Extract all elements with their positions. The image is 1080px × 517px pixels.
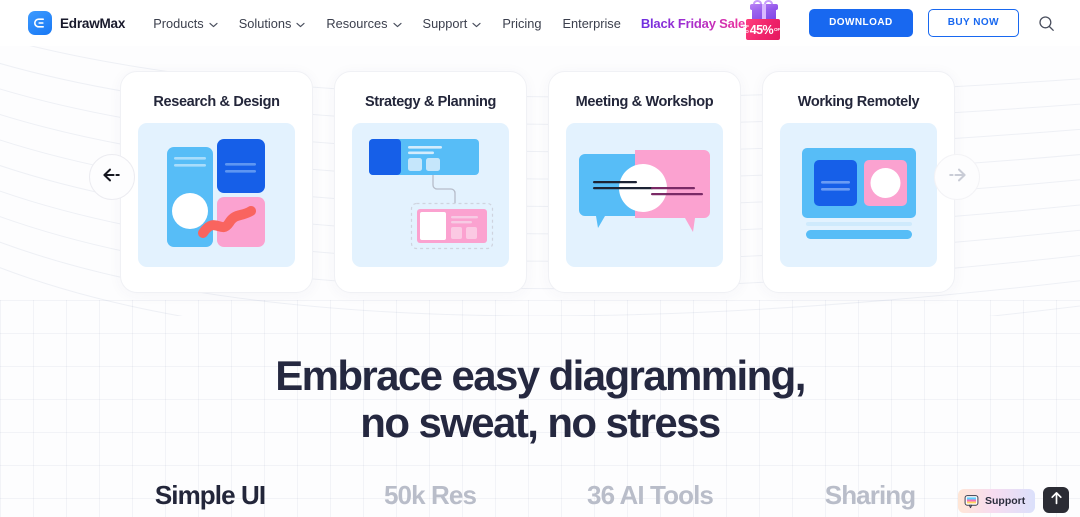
feature-tab-50k-res[interactable]: 50k Res <box>320 480 540 511</box>
card-title: Research & Design <box>153 94 280 110</box>
hero-line-2: no sweat, no stress <box>360 399 721 446</box>
badge-off: OFF <box>773 27 784 32</box>
arrow-right-icon <box>947 168 967 187</box>
card-title: Strategy & Planning <box>364 94 497 110</box>
nav-label: Enterprise <box>562 15 621 31</box>
carousel-next-button[interactable] <box>934 154 980 200</box>
arrow-up-icon <box>1050 491 1063 510</box>
feature-tab-simple-ui[interactable]: Simple UI <box>100 480 320 511</box>
feature-tab-sharing[interactable]: Sharing <box>760 480 980 511</box>
chevron-down-icon <box>296 16 305 31</box>
chevron-down-icon <box>392 16 402 31</box>
nav-label: Products <box>153 15 204 31</box>
hero-section: Embrace easy diagramming, no sweat, no s… <box>0 352 1080 446</box>
gift-box-icon: UP TO 45% OFF <box>743 0 784 44</box>
nav-item-solutions[interactable]: Solutions <box>239 16 306 31</box>
carousel-card-working-remotely[interactable]: Working Remotely <box>762 71 955 293</box>
hero-line-1: Embrace easy diagramming, <box>275 352 806 399</box>
chevron-down-icon <box>472 16 481 31</box>
nav-item-resources[interactable]: Resources <box>326 15 402 31</box>
brand-name: EdrawMax <box>60 15 126 31</box>
card-title: Meeting & Workshop <box>575 94 714 110</box>
site-header: EdrawMax Products Solutions Resources Su… <box>0 0 1080 46</box>
feature-tabs: Simple UI 50k Res 36 AI Tools Sharing <box>0 480 1080 511</box>
carousel-prev-button[interactable] <box>89 154 135 200</box>
category-carousel: Research & Design Strategy & Planning Me… <box>0 46 1080 316</box>
main-nav: Products Solutions Resources Support Pri… <box>153 16 621 31</box>
promo-label: Black Friday Sale <box>640 15 746 31</box>
carousel-card-meeting-workshop[interactable]: Meeting & Workshop <box>548 71 741 293</box>
badge-percent: 45% <box>749 22 774 37</box>
working-remotely-illustration <box>780 123 937 267</box>
edrawmax-logo-icon <box>28 11 52 35</box>
nav-item-pricing[interactable]: Pricing <box>502 16 541 31</box>
card-title: Working Remotely <box>797 94 920 110</box>
nav-label: Support <box>422 15 468 31</box>
support-label: Support <box>985 495 1026 507</box>
search-icon[interactable] <box>1034 11 1058 35</box>
page-root: EdrawMax Products Solutions Resources Su… <box>0 0 1080 517</box>
carousel-cards: Research & Design Strategy & Planning Me… <box>120 71 955 293</box>
nav-item-products[interactable]: Products <box>153 16 218 31</box>
nav-label: Solutions <box>238 15 292 31</box>
meeting-workshop-illustration <box>566 123 723 267</box>
nav-label: Resources <box>326 15 388 31</box>
support-chat-icon <box>964 494 979 509</box>
discount-badge: UP TO 45% OFF <box>743 19 784 40</box>
support-widget[interactable]: Support <box>958 489 1036 513</box>
black-friday-promo[interactable]: Black Friday Sale UP TO 45% OFF <box>640 0 784 44</box>
strategy-planning-illustration <box>352 123 509 267</box>
carousel-card-strategy-planning[interactable]: Strategy & Planning <box>334 71 527 293</box>
nav-item-enterprise[interactable]: Enterprise <box>562 16 620 31</box>
nav-label: Pricing <box>502 15 542 31</box>
brand-logo[interactable]: EdrawMax <box>28 11 125 35</box>
scroll-to-top-button[interactable] <box>1043 487 1069 513</box>
nav-item-support[interactable]: Support <box>423 16 482 31</box>
chevron-down-icon <box>209 16 218 31</box>
carousel-card-research-design[interactable]: Research & Design <box>120 71 313 293</box>
header-actions: DOWNLOAD BUY NOW <box>809 9 1058 37</box>
badge-upto: UP TO <box>743 23 749 34</box>
research-design-illustration <box>138 123 295 267</box>
arrow-left-icon <box>102 168 122 187</box>
page-title: Embrace easy diagramming, no sweat, no s… <box>0 352 1080 446</box>
feature-tab-36-ai-tools[interactable]: 36 AI Tools <box>540 480 760 511</box>
download-button[interactable]: DOWNLOAD <box>809 9 913 37</box>
buy-now-button[interactable]: BUY NOW <box>927 9 1019 37</box>
